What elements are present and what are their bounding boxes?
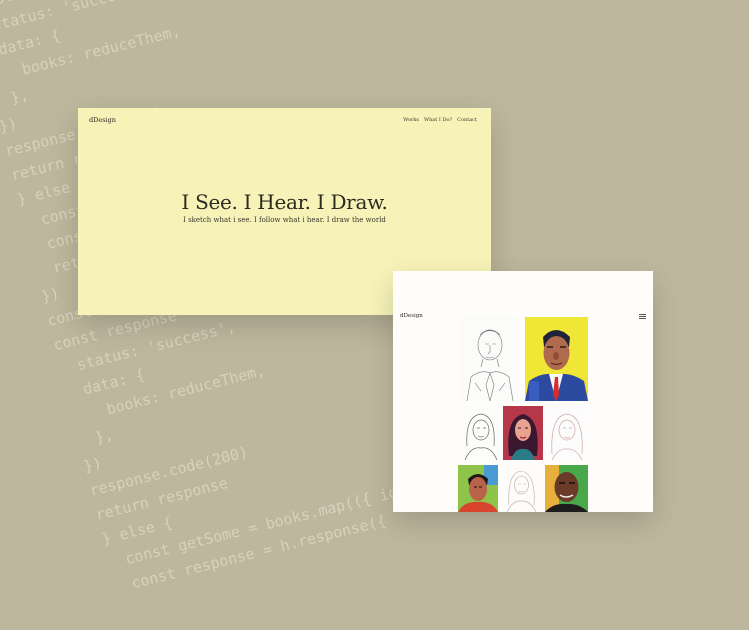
- artwork-sketch-portrait-woman[interactable]: [461, 406, 500, 460]
- hero-logo[interactable]: dDesign: [89, 116, 116, 124]
- hamburger-menu-icon[interactable]: [639, 313, 646, 320]
- artwork-pop-art-portrait-man-2[interactable]: [458, 465, 498, 512]
- color-portrait-icon: [503, 406, 543, 460]
- artwork-sketch-portrait-woman-2[interactable]: [546, 406, 588, 460]
- nav-item-what-i-do[interactable]: What I Do?: [424, 117, 452, 123]
- gallery-logo[interactable]: dDesign: [400, 313, 423, 319]
- color-portrait-icon: [545, 465, 588, 512]
- artwork-pop-art-portrait-man-3[interactable]: [545, 465, 588, 512]
- color-portrait-icon: [458, 465, 498, 512]
- artwork-sketch-portrait-man-suit[interactable]: [461, 317, 519, 401]
- nav-item-contact[interactable]: Contact: [457, 117, 477, 123]
- pencil-portrait-icon: [551, 413, 583, 460]
- artwork-sketch-portrait-woman-3[interactable]: [501, 465, 542, 512]
- pencil-portrait-icon: [466, 329, 514, 401]
- hero-subtitle: I sketch what i see. I follow what i hea…: [183, 216, 386, 224]
- pencil-portrait-icon: [464, 413, 498, 460]
- hero-nav: Works What I Do? Contact: [403, 117, 477, 123]
- gallery-card: dDesign: [393, 271, 653, 512]
- color-portrait-icon: [525, 317, 588, 401]
- hero-title: I See. I Hear. I Draw.: [181, 190, 388, 214]
- pencil-portrait-icon: [506, 470, 537, 512]
- artwork-pop-art-portrait-man[interactable]: [525, 317, 588, 401]
- nav-item-works[interactable]: Works: [403, 117, 419, 123]
- artwork-color-portrait-woman[interactable]: [503, 406, 543, 460]
